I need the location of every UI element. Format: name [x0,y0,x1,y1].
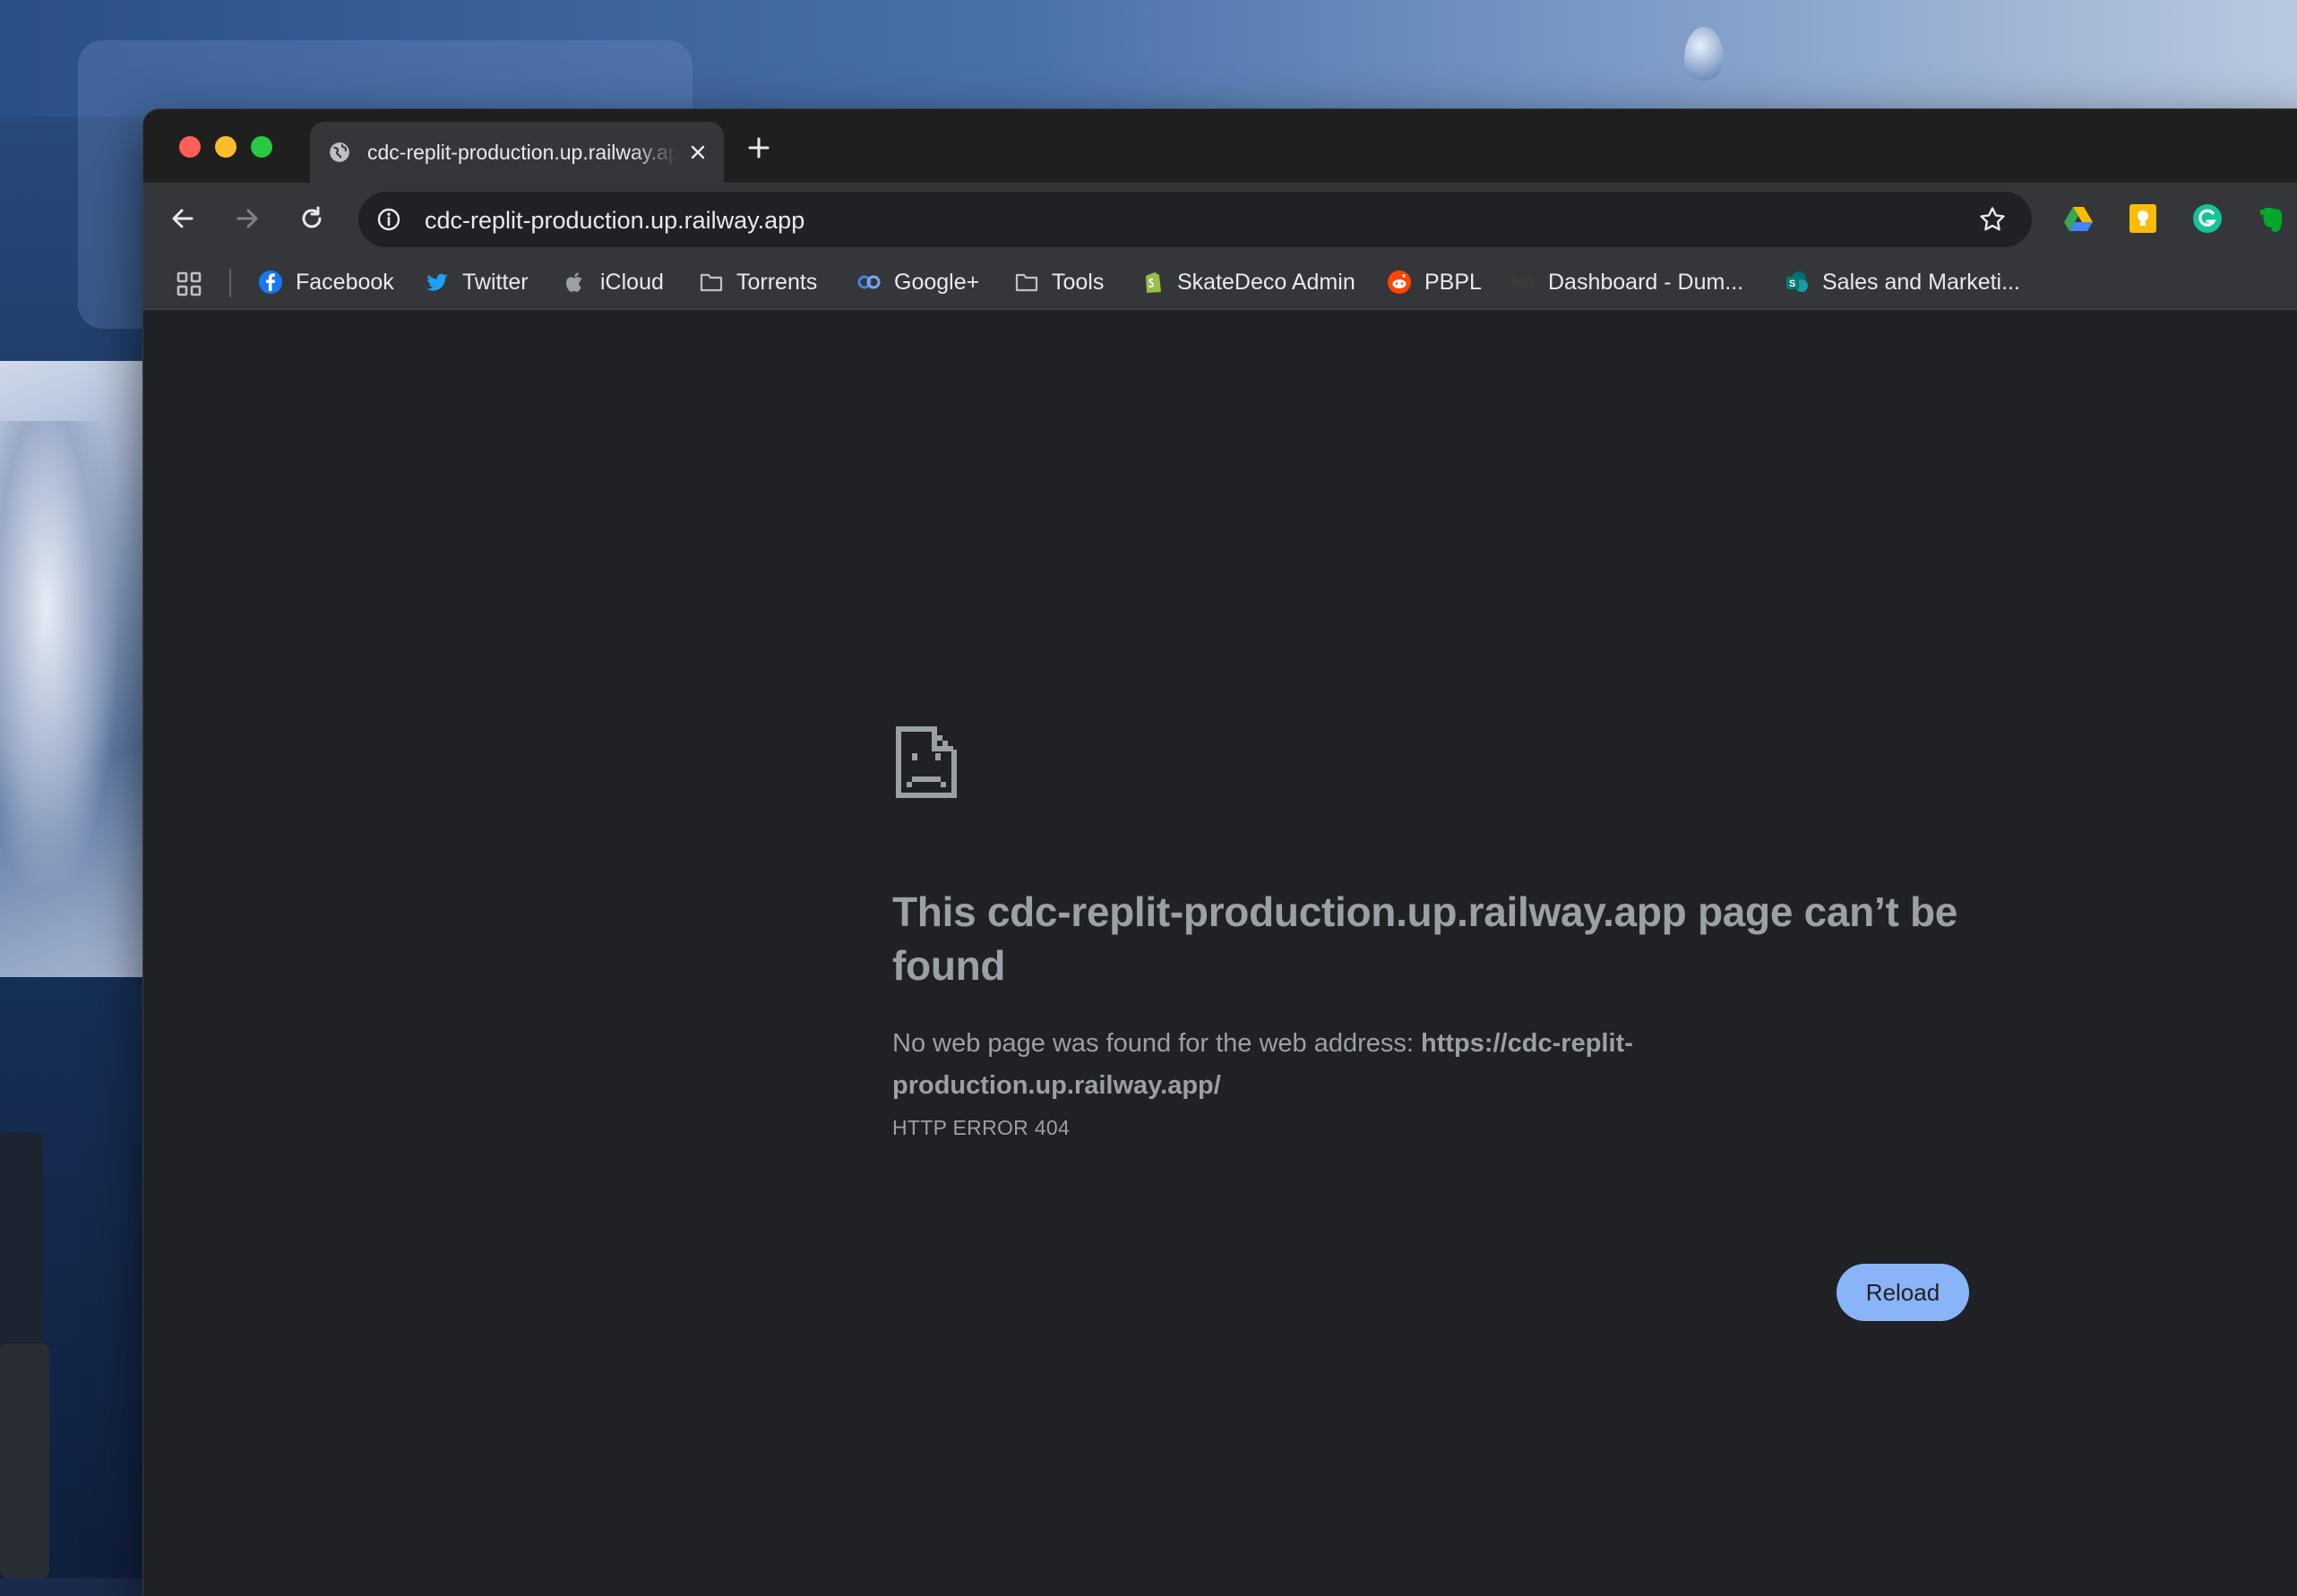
browser-window: cdc-replit-production.up.railway.app cdc… [143,109,2297,1596]
tab-title: cdc-replit-production.up.railway.app [367,140,677,164]
error-title: This cdc-replit-production.up.railway.ap… [892,888,1958,989]
forward-button[interactable] [229,201,265,236]
bookmark-label: Twitter [462,269,529,295]
background-app-window-2 [0,1343,49,1578]
bookmark-label: SkateDeco Admin [1177,269,1355,295]
bookmark-label: Facebook [296,269,394,295]
info-icon[interactable] [376,207,401,232]
background-app-window [0,1133,43,1348]
close-icon[interactable] [688,142,708,162]
url-text[interactable]: cdc-replit-production.up.railway.app [425,207,804,235]
bookmark-label: Google+ [894,269,980,295]
close-window-button[interactable] [179,136,201,158]
bookmark-sales-and-marketing[interactable]: S Sales and Marketi... [1785,263,2020,301]
reload-button[interactable] [294,201,330,236]
bookmark-label: Sales and Marketi... [1822,269,2020,295]
bookmark-pbpl[interactable]: PBPL [1387,263,1482,301]
bookmark-label: iCloud [600,269,664,295]
tab-active[interactable]: cdc-replit-production.up.railway.app [310,122,724,183]
minimize-window-button[interactable] [215,136,237,158]
sharepoint-icon: S [1785,270,1810,295]
google-drive-icon[interactable] [2062,202,2095,235]
bookmark-dashboard[interactable]: MD Dashboard - Dum... [1510,263,1743,301]
grammarly-icon[interactable] [2191,202,2224,235]
star-icon[interactable] [1978,205,2007,234]
new-tab-button[interactable] [744,133,774,163]
bookmark-label: Dashboard - Dum... [1548,269,1744,295]
bookmark-label: PBPL [1424,269,1482,295]
bookmarks-separator [229,269,231,297]
folder-icon [1014,270,1039,295]
shopify-icon [1140,270,1165,295]
globe-icon [328,141,351,164]
error-description: No web page was found for the web addres… [892,1023,1788,1107]
bookmarks-bar: Facebook Twitter iCloud Torrents Google+… [143,254,2297,310]
bookmark-facebook[interactable]: Facebook [258,263,394,301]
google-keep-icon[interactable] [2127,202,2159,235]
zoom-window-button[interactable] [251,136,272,158]
error-description-prefix: No web page was found for the web addres… [892,1029,1422,1058]
twitter-icon [425,270,450,295]
address-bar[interactable]: cdc-replit-production.up.railway.app [358,192,2032,247]
page-content: This cdc-replit-production.up.railway.ap… [143,310,2297,1596]
sad-document-icon [892,723,960,802]
dashboard-icon: MD [1510,270,1536,295]
bookmark-label: Tools [1052,269,1105,295]
bookmark-tools[interactable]: Tools [1014,263,1104,301]
reddit-icon [1387,270,1412,295]
bookmark-google-plus[interactable]: Google+ [856,263,979,301]
evernote-icon[interactable] [2256,202,2288,235]
desktop-photo-figure [0,421,116,887]
bookmark-torrents[interactable]: Torrents [699,263,817,301]
bookmark-twitter[interactable]: Twitter [425,263,529,301]
svg-text:S: S [1789,279,1795,289]
svg-text:MD: MD [1511,276,1534,291]
back-button[interactable] [165,201,201,236]
apps-grid-icon[interactable] [176,270,202,297]
error-code: HTTP ERROR 404 [892,1116,1071,1139]
apple-icon [563,270,588,295]
google-plus-icon [856,270,882,295]
bookmark-skatedeco-admin[interactable]: SkateDeco Admin [1140,263,1355,301]
arrow-left-icon [172,209,194,228]
bookmark-icloud[interactable]: iCloud [563,263,664,301]
toolbar: cdc-replit-production.up.railway.app [143,183,2297,254]
facebook-icon [258,270,283,295]
folder-icon [699,270,724,295]
arrow-right-icon [237,209,258,228]
reload-icon [302,206,322,228]
bookmark-label: Torrents [736,269,818,295]
reload-button-page[interactable]: Reload [1837,1264,1969,1321]
title-bar: cdc-replit-production.up.railway.app [143,109,2297,183]
